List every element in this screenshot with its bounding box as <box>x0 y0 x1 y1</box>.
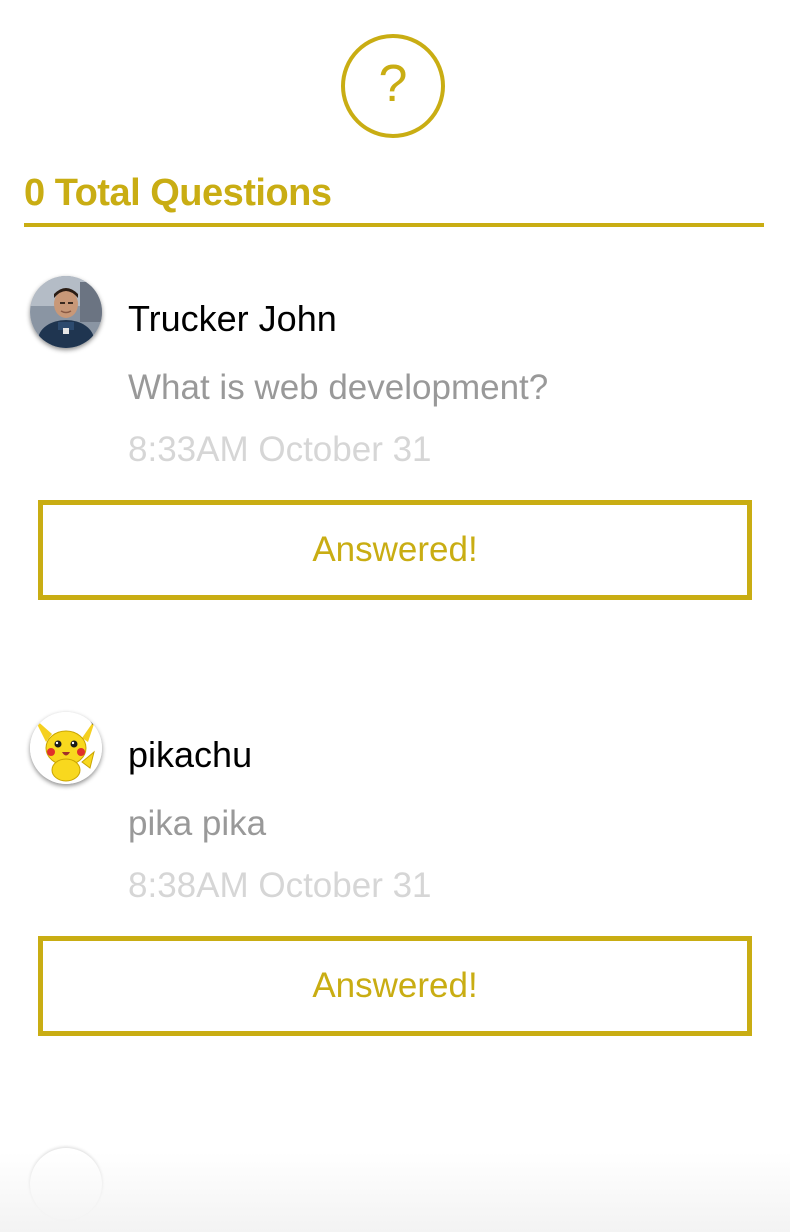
user-name: Trucker John <box>128 298 337 339</box>
user-name: pikachu <box>128 734 253 775</box>
scroll-fade <box>0 1152 790 1232</box>
answered-button[interactable]: Answered! <box>38 500 752 600</box>
question-timestamp: 8:33AM October 31 <box>128 430 432 469</box>
question-text: What is web development? <box>128 368 549 407</box>
answered-button[interactable]: Answered! <box>38 936 752 1036</box>
avatar <box>30 276 102 348</box>
question-text: pika pika <box>128 804 267 843</box>
question-mark-icon: ? <box>341 34 445 138</box>
questions-page: ? 0 Total Questions Trucker John What is… <box>0 0 790 1232</box>
avatar <box>30 712 102 784</box>
question-mark-glyph: ? <box>378 55 408 113</box>
user-photo-icon <box>30 276 102 348</box>
question-item: Trucker John What is web development? 8:… <box>0 276 790 636</box>
title-divider <box>24 223 764 227</box>
question-item: pikachu pika pika 8:38AM October 31 Answ… <box>0 712 790 1072</box>
page-title: 0 Total Questions <box>24 172 332 214</box>
pikachu-icon <box>30 712 102 784</box>
question-timestamp: 8:38AM October 31 <box>128 866 432 905</box>
